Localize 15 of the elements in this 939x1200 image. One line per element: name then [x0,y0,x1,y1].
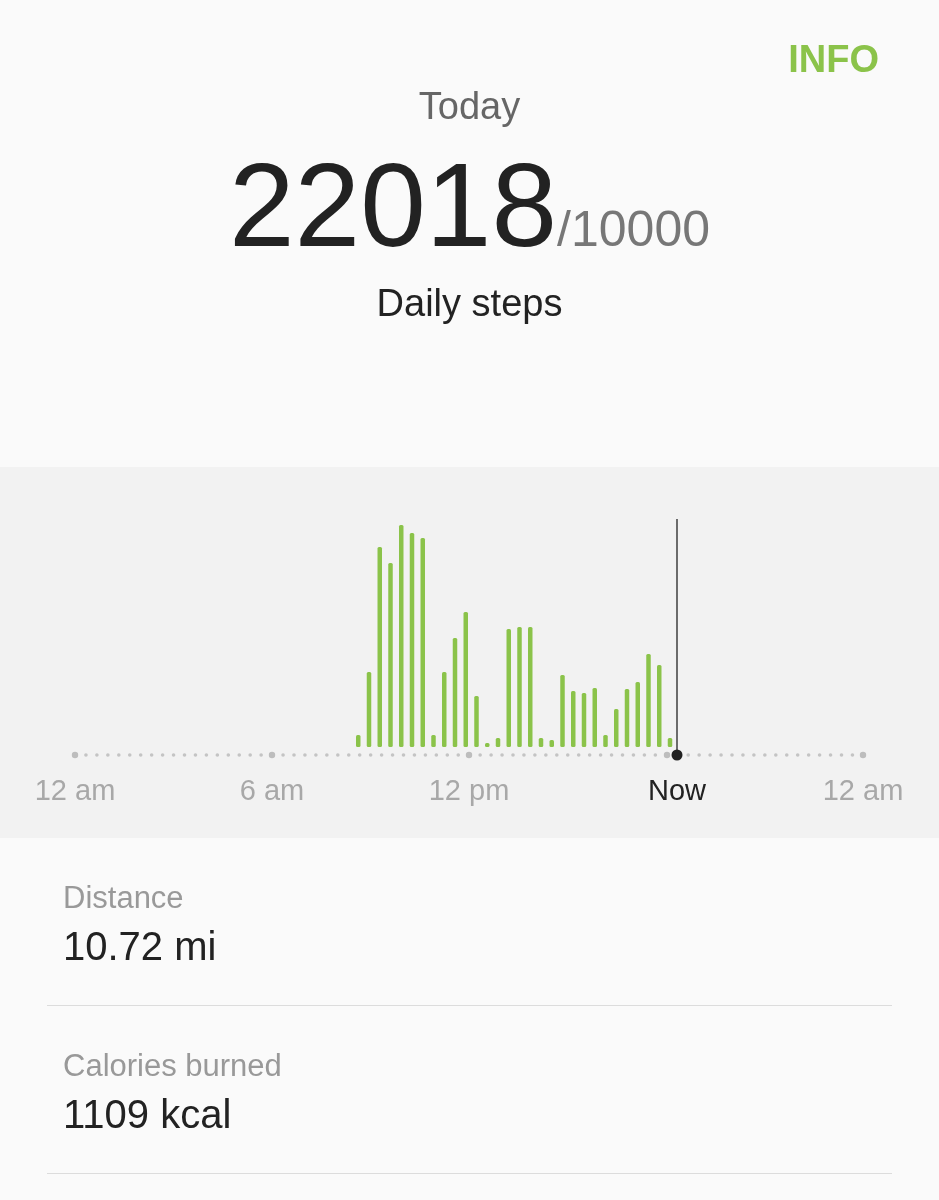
stat-label: Distance [63,880,185,916]
step-count: 22018 [228,144,558,268]
stat-value: 1109 kcal [63,1092,233,1137]
axis-label: 12 am [822,774,904,806]
now-dot [671,749,683,761]
axis-label: Now [648,774,706,806]
steps-label: Daily steps [376,281,563,325]
info-button[interactable]: INFO [788,38,879,81]
axis-label: 12 am [34,774,116,806]
period-title: Today [418,85,521,128]
stat-label: Calories burned [63,1048,283,1084]
step-goal: /10000 [557,200,711,258]
axis-label: 6 am [239,774,305,806]
axis-label: 12 pm [428,774,510,806]
stat-value: 10.72 mi [63,924,218,969]
